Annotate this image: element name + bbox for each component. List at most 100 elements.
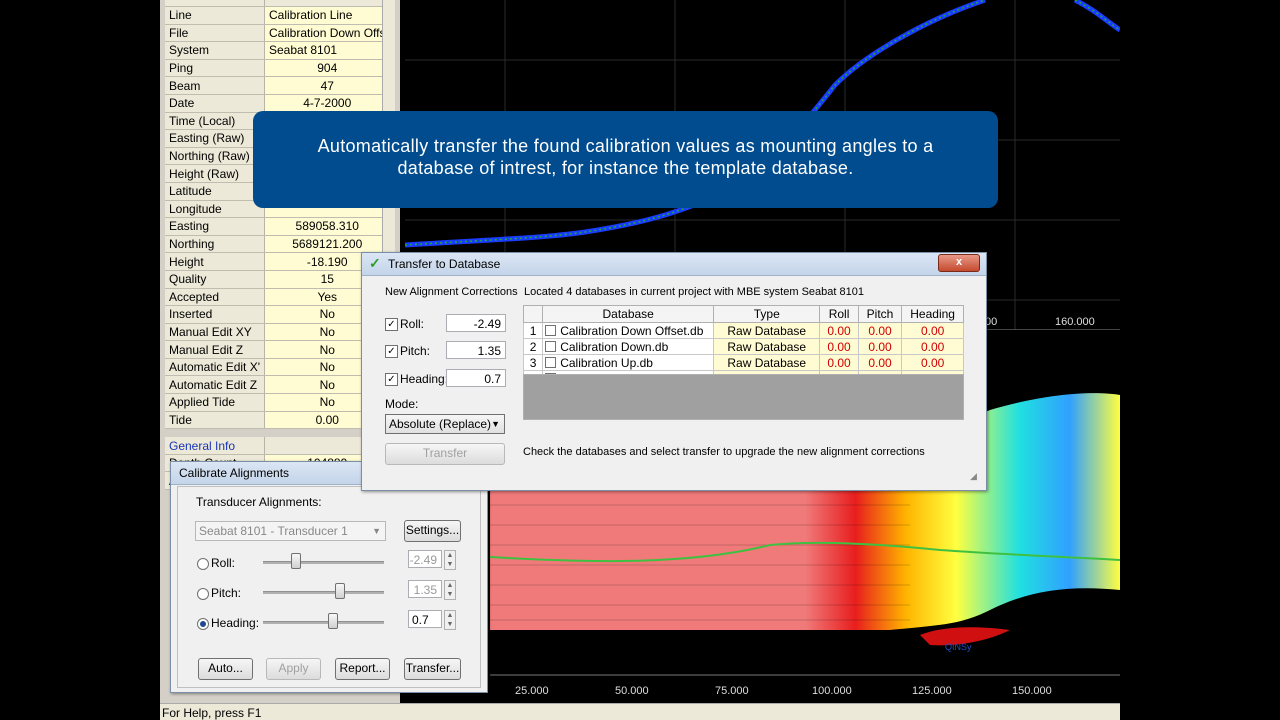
point-info-row[interactable]: Date 4-7-2000 [165,94,391,113]
settings-button[interactable]: Settings... [404,520,461,542]
property-key: Automatic Edit X' [165,358,265,377]
database-row[interactable]: 2 Calibration Down.db Raw Database 0.00 0.00… [522,338,964,355]
point-info-row[interactable]: Tide 0.00 [165,411,391,430]
property-value[interactable]: 904 [264,59,391,78]
database-cell[interactable]: Calibration Down Offset.db [542,322,715,339]
database-checkbox[interactable] [545,340,557,352]
database-row[interactable]: 3 Calibration Up.db Raw Database 0.00 0.00 0.… [522,354,964,371]
database-name: Calibration Down Offset.db [560,323,704,338]
pitch-value-field[interactable]: 1.35 [408,580,442,598]
heading-checkbox[interactable]: ✓ [385,373,398,386]
column-header-pitch[interactable]: Pitch [857,305,903,323]
property-key: Height [165,252,265,271]
property-value[interactable]: Calibration Down Offs [264,24,391,43]
roll-cell: 0.00 [819,322,859,339]
transfer-dots-button[interactable]: Transfer... [404,658,461,680]
transfer-to-database-dialog: ✓ Transfer to Database x New Alignment C… [361,252,987,491]
pitch-label: Pitch: [400,344,431,358]
column-header-roll[interactable]: Roll [819,305,859,323]
point-info-row[interactable]: Easting 589058.310 [165,217,391,236]
bottom-axis-label: 125.000 [912,685,952,697]
chevron-down-icon: ▼ [372,526,381,536]
database-row[interactable]: 1 Calibration Down Offset.db Raw Database 0… [522,322,964,339]
row-index: 2 [522,338,544,355]
point-info-row[interactable]: Manual Edit Z No [165,340,391,359]
pitch-slider[interactable] [263,591,384,594]
database-type: Raw Database [713,338,821,355]
column-header-index [522,305,544,323]
property-key: Applied Tide [165,393,265,412]
property-value[interactable]: Seabat 8101 [264,41,391,60]
property-key: Ping [165,59,265,78]
property-value[interactable]: 5689121.200 [264,235,391,254]
database-checkbox[interactable] [545,356,557,368]
heading-correction-field[interactable]: 0.7 [446,369,506,387]
point-info-row[interactable]: Height -18.190 [165,252,391,271]
heading-slider-thumb[interactable] [328,613,338,629]
property-key: System [165,41,265,60]
roll-slider[interactable] [263,561,384,564]
property-key: Tide [165,411,265,430]
chevron-down-icon: ▼ [491,419,500,429]
point-info-row[interactable]: Manual Edit XY No [165,323,391,342]
roll-radio[interactable] [197,558,209,570]
point-info-row[interactable]: System Seabat 8101 [165,41,391,60]
point-info-row[interactable]: Beam 47 [165,76,391,95]
heading-spinner[interactable]: ▲ ▼ [444,610,456,630]
roll-spinner[interactable]: ▲ ▼ [444,550,456,570]
roll-label: Roll: [400,317,425,331]
roll-slider-thumb[interactable] [291,553,301,569]
property-key: Manual Edit Z [165,340,265,359]
point-info-row[interactable]: Ping 904 [165,59,391,78]
transducer-label: Transducer Alignments: [196,495,322,509]
point-info-row[interactable]: Line Calibration Line [165,6,391,25]
pitch-checkbox[interactable]: ✓ [385,345,398,358]
apply-button[interactable]: Apply [266,658,321,680]
transfer-dialog-titlebar[interactable]: ✓ Transfer to Database x [362,253,986,276]
pitch-spinner[interactable]: ▲ ▼ [444,580,456,600]
point-info-row[interactable]: Inserted No [165,305,391,324]
property-value[interactable]: 589058.310 [264,217,391,236]
heading-label: Heading: [211,616,260,630]
pitch-correction-field[interactable]: 1.35 [446,341,506,359]
heading-slider[interactable] [263,621,384,624]
roll-correction-field[interactable]: -2.49 [446,314,506,332]
property-key: Quality [165,270,265,289]
point-info-row[interactable]: File Calibration Down Offs [165,24,391,43]
heading-value-field[interactable]: 0.7 [408,610,442,628]
close-button[interactable]: x [938,254,980,272]
watermark-logo: QINSy [945,642,972,652]
roll-checkbox[interactable]: ✓ [385,318,398,331]
point-info-row[interactable]: Accepted Yes [165,288,391,307]
roll-cell: 0.00 [819,354,859,371]
column-header-database[interactable]: Database [542,305,715,323]
column-header-type[interactable]: Type [713,305,821,323]
report-button[interactable]: Report... [335,658,390,680]
located-text: Located 4 databases in current project w… [524,286,864,298]
property-value[interactable]: Calibration Line [264,6,391,25]
pitch-radio[interactable] [197,588,209,600]
general-info-header: General Info [165,437,391,455]
point-info-row[interactable]: Automatic Edit Z No [165,375,391,395]
point-info-row[interactable]: Applied Tide No [165,393,391,412]
point-info-row[interactable]: Northing 5689121.200 [165,235,391,254]
property-value[interactable]: 4-7-2000 [264,94,391,113]
database-cell[interactable]: Calibration Up.db [542,354,715,371]
column-header-heading[interactable]: Heading [901,305,964,323]
transfer-button[interactable]: Transfer [385,443,505,465]
database-cell[interactable]: Calibration Down.db [542,338,715,355]
resize-grip-icon[interactable]: ◢ [970,471,977,482]
mode-select[interactable]: Absolute (Replace) ▼ [385,414,505,434]
property-key: Easting [165,217,265,236]
pitch-slider-thumb[interactable] [335,583,345,599]
point-info-row[interactable]: Quality 15 [165,270,391,289]
corrections-panel: New Alignment Corrections ✓ Roll: -2.49 … [379,283,518,465]
roll-value-field[interactable]: -2.49 [408,550,442,568]
database-checkbox[interactable] [545,324,557,336]
table-empty-area [523,374,964,420]
property-value[interactable]: 47 [264,76,391,95]
heading-radio[interactable] [197,618,209,630]
transducer-select[interactable]: Seabat 8101 - Transducer 1 ▼ [195,521,386,541]
auto-button[interactable]: Auto... [198,658,253,680]
point-info-row[interactable]: Automatic Edit X' No [165,358,391,377]
